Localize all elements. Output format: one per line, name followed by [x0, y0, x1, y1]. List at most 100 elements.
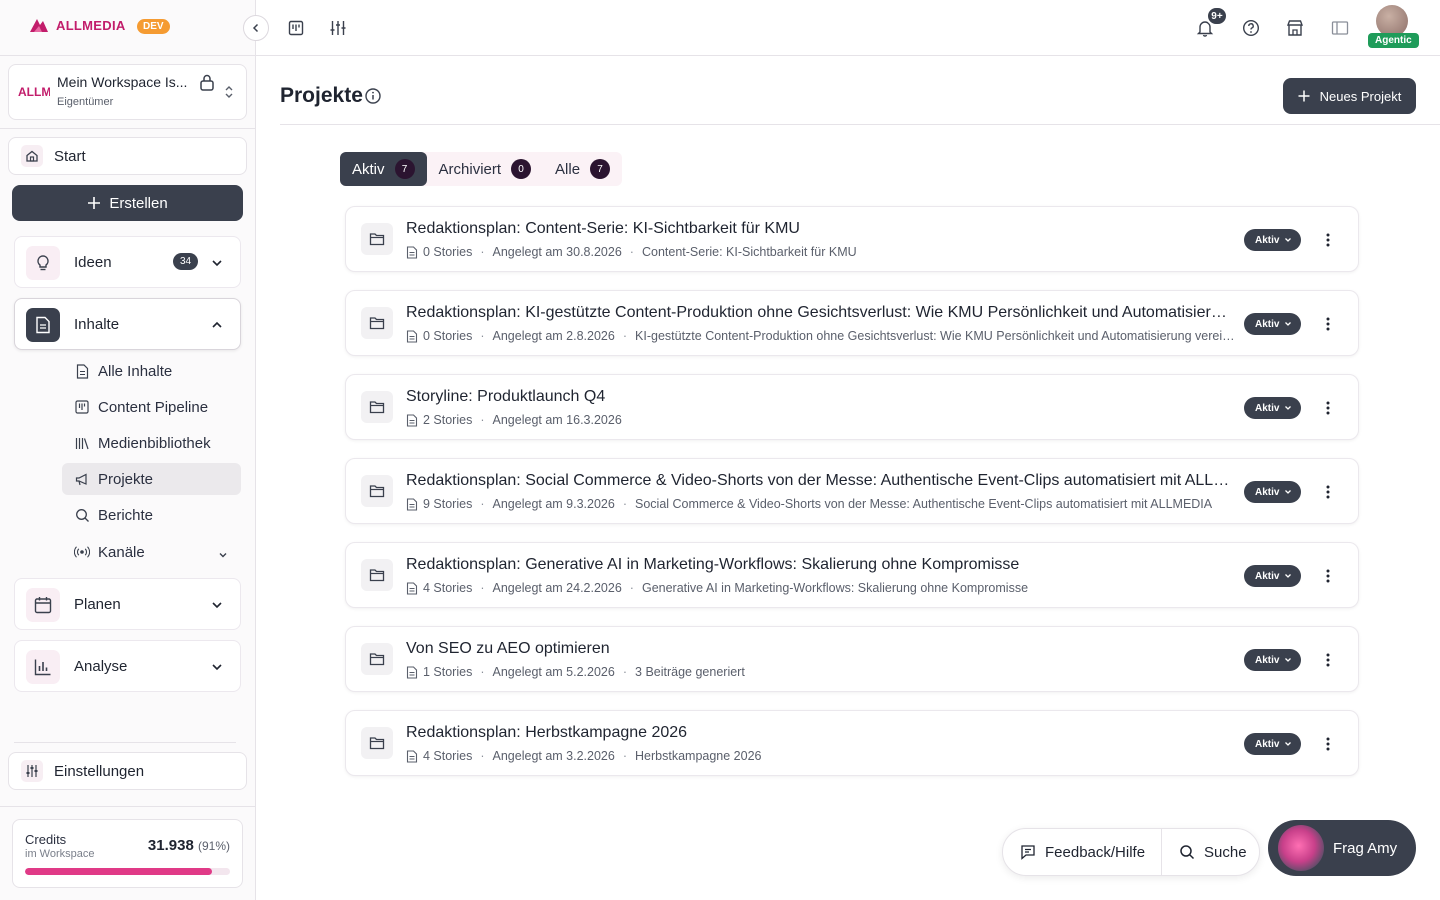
- project-status-dropdown[interactable]: Aktiv: [1244, 733, 1302, 755]
- project-card[interactable]: Redaktionsplan: Content-Serie: KI-Sichtb…: [345, 206, 1359, 272]
- toggle-panel-button[interactable]: [1328, 16, 1352, 40]
- more-options-button[interactable]: [1318, 229, 1338, 251]
- sidebar-subitem-label: Medienbibliothek: [98, 434, 211, 452]
- chevron-left-icon: [252, 23, 259, 33]
- project-status-dropdown[interactable]: Aktiv: [1244, 481, 1302, 503]
- brand-logo[interactable]: ALLMEDIA: [28, 16, 126, 34]
- kanban-view-button[interactable]: [284, 16, 308, 40]
- tab-aktiv[interactable]: Aktiv 7: [340, 152, 427, 186]
- meta-separator: ·: [622, 497, 628, 511]
- home-icon: [21, 145, 43, 167]
- kebab-menu-icon: [1326, 233, 1330, 247]
- credits-progress-fill: [25, 868, 212, 875]
- status-label: Aktiv: [1255, 402, 1280, 414]
- chevron-down-icon: [1284, 320, 1292, 328]
- help-circle-icon: [1242, 19, 1260, 37]
- project-status-dropdown[interactable]: Aktiv: [1244, 565, 1302, 587]
- store-button[interactable]: [1283, 16, 1307, 40]
- tab-archiviert[interactable]: Archiviert 0: [427, 152, 544, 186]
- create-button-label: Erstellen: [109, 194, 168, 212]
- meta-separator: ·: [622, 329, 628, 343]
- sidebar-item-start[interactable]: Start: [8, 137, 247, 175]
- project-card[interactable]: Redaktionsplan: Herbstkampagne 2026 4 Sto…: [345, 710, 1359, 776]
- sidebar-subitem-projekte[interactable]: Projekte: [62, 463, 241, 495]
- project-card[interactable]: Redaktionsplan: Social Commerce & Video-…: [345, 458, 1359, 524]
- workspace-logo: ALLM: [18, 85, 50, 99]
- credits-widget[interactable]: Credits im Workspace 31.938 (91%): [12, 819, 243, 888]
- sidebar-item-ideen[interactable]: Ideen 34: [14, 236, 241, 288]
- project-story-count: 9 Stories: [423, 497, 473, 511]
- more-options-button[interactable]: [1318, 313, 1338, 335]
- sidebar-subitem-label: Alle Inhalte: [98, 362, 173, 380]
- project-title[interactable]: Redaktionsplan: KI-gestützte Content-Pro…: [406, 304, 1234, 322]
- feedback-help-button[interactable]: Feedback/Hilfe: [1003, 829, 1162, 875]
- project-meta: 4 Stories · Angelegt am 24.2.2026 · Generati…: [406, 581, 1236, 595]
- sidebar-subitem-berichte[interactable]: Berichte: [62, 499, 241, 531]
- sidebar-subitem-label: Kanäle: [98, 543, 145, 561]
- brand-logo-icon: [30, 19, 48, 32]
- more-options-button[interactable]: [1318, 481, 1338, 503]
- credits-value: 31.938 (91%): [148, 837, 230, 854]
- sidebar-subitem-alle-inhalte[interactable]: Alle Inhalte: [62, 355, 241, 387]
- meta-separator: ·: [629, 581, 634, 595]
- sidebar-subitem-kanaele[interactable]: Kanäle: [62, 536, 241, 568]
- sidebar: ALLMEDIA DEV ALLM Mein Workspace Is... E…: [0, 0, 269, 900]
- project-status-dropdown[interactable]: Aktiv: [1244, 313, 1302, 335]
- info-icon[interactable]: [364, 87, 382, 110]
- global-search-button[interactable]: Suche: [1162, 829, 1247, 875]
- project-story-count: 4 Stories: [423, 749, 473, 763]
- project-meta: 2 Stories · Angelegt am 16.3.2026: [406, 413, 1236, 427]
- status-label: Aktiv: [1255, 234, 1280, 246]
- kanban-icon: [288, 20, 304, 36]
- sidebar-item-planen[interactable]: Planen: [14, 578, 241, 630]
- project-title[interactable]: Redaktionsplan: Content-Serie: KI-Sichtb…: [406, 220, 1234, 238]
- more-options-button[interactable]: [1318, 565, 1338, 587]
- credits-subtitle: im Workspace: [25, 848, 95, 860]
- sidebar-item-inhalte[interactable]: Inhalte: [14, 298, 241, 350]
- credits-title: Credits: [25, 832, 67, 847]
- create-button[interactable]: Erstellen: [12, 185, 243, 221]
- collapse-sidebar-button[interactable]: [243, 15, 269, 41]
- sliders-icon: [330, 21, 346, 35]
- new-project-button[interactable]: Neues Projekt: [1283, 78, 1416, 114]
- help-button[interactable]: [1239, 16, 1263, 40]
- meta-separator: ·: [622, 749, 628, 763]
- sidebar-subitem-medienbibliothek[interactable]: Medienbibliothek: [62, 427, 241, 459]
- project-status-dropdown[interactable]: Aktiv: [1244, 649, 1302, 671]
- project-title[interactable]: Storyline: Produktlaunch Q4: [406, 388, 1234, 406]
- project-title[interactable]: Redaktionsplan: Generative AI in Marketi…: [406, 556, 1234, 574]
- bottom-action-bar: Feedback/Hilfe Suche: [1002, 828, 1260, 876]
- more-options-button[interactable]: [1318, 397, 1338, 419]
- new-project-label: Neues Projekt: [1319, 88, 1402, 104]
- sidebar-item-einstellungen[interactable]: Einstellungen: [8, 752, 247, 790]
- project-created-date: Angelegt am 16.3.2026: [492, 413, 622, 427]
- project-card[interactable]: Redaktionsplan: KI-gestützte Content-Pro…: [345, 290, 1359, 356]
- project-status-dropdown[interactable]: Aktiv: [1244, 229, 1302, 251]
- project-meta: 0 Stories · Angelegt am 30.8.2026 · Content-…: [406, 245, 1236, 259]
- project-status-dropdown[interactable]: Aktiv: [1244, 397, 1302, 419]
- project-card[interactable]: Von SEO zu AEO optimieren 1 Stories · Angel…: [345, 626, 1359, 692]
- ask-amy-button[interactable]: Frag Amy: [1268, 820, 1416, 876]
- project-title[interactable]: Redaktionsplan: Herbstkampagne 2026: [406, 724, 1234, 742]
- project-card[interactable]: Storyline: Produktlaunch Q4 2 Stories · Ang…: [345, 374, 1359, 440]
- env-badge: DEV: [137, 19, 170, 34]
- project-description: Content-Serie: KI-Sichtbarkeit für KMU: [641, 245, 857, 259]
- more-options-button[interactable]: [1318, 649, 1338, 671]
- calendar-icon: [26, 588, 60, 622]
- document-icon: [26, 308, 60, 342]
- folder-icon: [361, 307, 393, 339]
- project-created-date: Angelegt am 3.2.2026: [492, 749, 615, 763]
- folder-icon: [361, 643, 393, 675]
- sidebar-item-analyse[interactable]: Analyse: [14, 640, 241, 692]
- workspace-switcher[interactable]: ALLM Mein Workspace Is... Eigentümer: [8, 64, 247, 120]
- filter-settings-button[interactable]: [326, 16, 350, 40]
- status-label: Aktiv: [1255, 318, 1280, 330]
- sidebar-subitem-content-pipeline[interactable]: Content Pipeline: [62, 391, 241, 423]
- sidebar-item-label: Start: [54, 147, 86, 165]
- bar-chart-icon: [26, 650, 60, 684]
- more-options-button[interactable]: [1318, 733, 1338, 755]
- project-title[interactable]: Von SEO zu AEO optimieren: [406, 640, 1234, 658]
- tab-alle[interactable]: Alle 7: [543, 152, 622, 186]
- project-card[interactable]: Redaktionsplan: Generative AI in Marketi…: [345, 542, 1359, 608]
- project-title[interactable]: Redaktionsplan: Social Commerce & Video-…: [406, 472, 1234, 490]
